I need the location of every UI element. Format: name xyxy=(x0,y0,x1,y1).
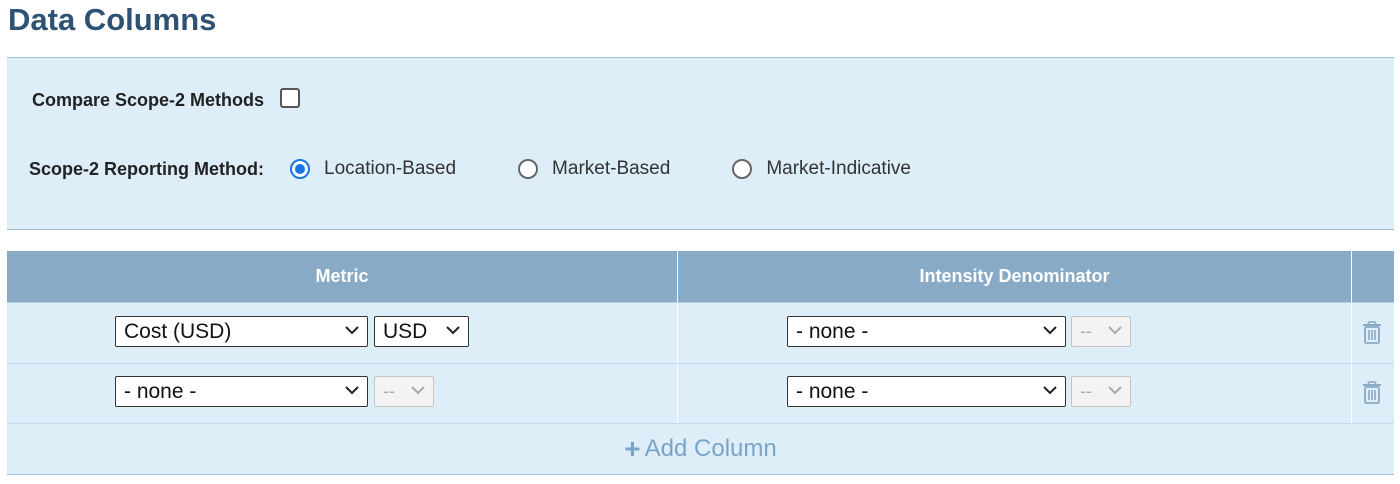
radio-market-based[interactable]: Market-Based xyxy=(518,158,670,180)
scope2-options-panel: Compare Scope-2 Methods Scope-2 Reportin… xyxy=(7,57,1394,230)
trash-icon[interactable] xyxy=(1361,381,1383,405)
compare-methods-label: Compare Scope-2 Methods xyxy=(32,90,265,110)
radio-button[interactable] xyxy=(518,159,539,179)
chevron-down-icon xyxy=(1108,386,1122,395)
chevron-down-icon xyxy=(1043,386,1057,395)
radio-button[interactable] xyxy=(732,159,753,179)
data-columns-table: Metric Intensity Denominator Cost (USD) … xyxy=(7,251,1394,475)
chevron-down-icon xyxy=(1043,326,1057,335)
radio-market-indicative[interactable]: Market-Indicative xyxy=(732,158,911,180)
denominator-unit-value: -- xyxy=(1080,381,1092,401)
metric-unit-select[interactable]: USD xyxy=(374,316,469,347)
denominator-header: Intensity Denominator xyxy=(919,266,1110,286)
metric-header: Metric xyxy=(315,266,369,286)
metric-unit-select[interactable]: -- xyxy=(374,376,434,407)
radio-label[interactable]: Location-Based xyxy=(324,158,456,180)
radio-label[interactable]: Market-Based xyxy=(552,158,670,180)
row-divider xyxy=(7,363,1394,364)
metric-select[interactable]: - none - xyxy=(115,376,368,407)
radio-button[interactable] xyxy=(290,159,310,179)
denominator-unit-select[interactable]: -- xyxy=(1071,316,1131,347)
denominator-unit-value: -- xyxy=(1080,321,1092,341)
metric-select[interactable]: Cost (USD) xyxy=(115,316,368,347)
denominator-unit-select[interactable]: -- xyxy=(1071,376,1131,407)
compare-methods-row: Compare Scope-2 Methods xyxy=(32,87,301,111)
chevron-down-icon xyxy=(345,326,359,335)
compare-methods-checkbox[interactable] xyxy=(280,87,301,108)
add-column-label: Add Column xyxy=(644,435,777,462)
column-divider xyxy=(677,251,678,423)
metric-unit-value: USD xyxy=(383,320,428,343)
table-header: Metric Intensity Denominator xyxy=(7,251,1394,302)
add-column-button[interactable]: + Add Column xyxy=(7,423,1394,475)
plus-icon: + xyxy=(624,433,641,464)
radio-label[interactable]: Market-Indicative xyxy=(766,158,911,180)
row-divider xyxy=(7,302,1394,303)
chevron-down-icon xyxy=(411,386,425,395)
page-title: Data Columns xyxy=(8,2,217,37)
radio-location-based[interactable]: Location-Based xyxy=(290,158,456,180)
chevron-down-icon xyxy=(446,326,460,335)
metric-select-value: Cost (USD) xyxy=(124,320,232,343)
chevron-down-icon xyxy=(345,386,359,395)
trash-icon[interactable] xyxy=(1361,321,1383,345)
denominator-select-value: - none - xyxy=(796,380,869,403)
chevron-down-icon xyxy=(1108,326,1122,335)
reporting-method-row: Scope-2 Reporting Method: Location-Based… xyxy=(29,158,911,180)
denominator-select-value: - none - xyxy=(796,320,869,343)
reporting-method-label: Scope-2 Reporting Method: xyxy=(29,158,264,179)
column-divider xyxy=(1351,251,1352,423)
denominator-select[interactable]: - none - xyxy=(787,376,1066,407)
denominator-select[interactable]: - none - xyxy=(787,316,1066,347)
metric-select-value: - none - xyxy=(124,380,197,403)
metric-unit-value: -- xyxy=(383,381,395,401)
